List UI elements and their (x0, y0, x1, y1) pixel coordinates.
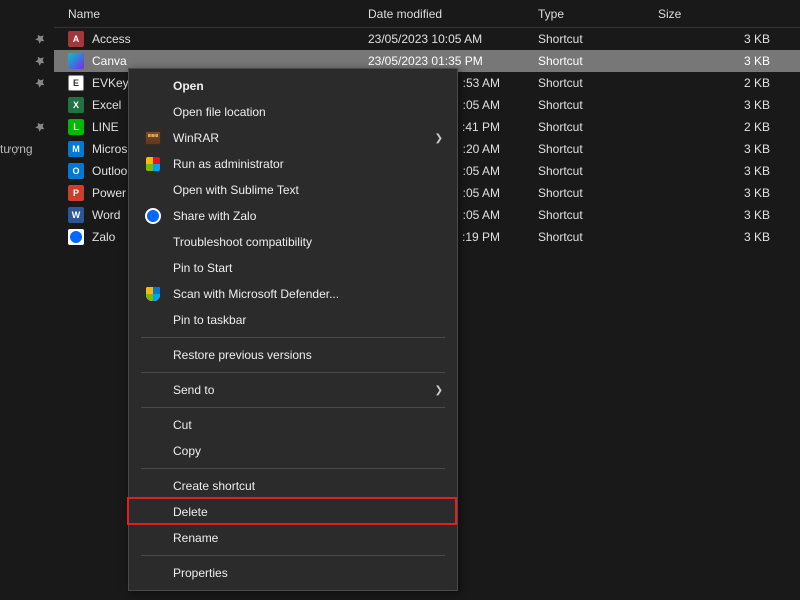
file-type: Shortcut (538, 142, 658, 156)
sidebar-pin-row[interactable] (0, 116, 54, 138)
file-date: 23/05/2023 10:05 AM (368, 32, 538, 46)
file-size: 3 KB (658, 54, 800, 68)
file-name-label: Access (92, 32, 131, 46)
menu-separator (141, 372, 445, 373)
menu-defender[interactable]: Scan with Microsoft Defender... (129, 281, 457, 307)
zalo-icon (68, 229, 84, 245)
canva-icon (68, 53, 84, 69)
sidebar-partial-text[interactable]: tượng (0, 138, 54, 160)
file-name-label: Power (92, 186, 126, 200)
menu-winrar[interactable]: WinRAR ❯ (129, 125, 457, 151)
column-date-header[interactable]: Date modified (368, 7, 538, 21)
file-size: 3 KB (658, 186, 800, 200)
excel-icon: X (68, 97, 84, 113)
zalo-icon (143, 208, 163, 224)
file-type: Shortcut (538, 230, 658, 244)
sidebar-pin-row[interactable] (0, 72, 54, 94)
file-type: Shortcut (538, 54, 658, 68)
menu-pin-start[interactable]: Pin to Start (129, 255, 457, 281)
outlook-icon: O (68, 163, 84, 179)
file-type: Shortcut (538, 208, 658, 222)
file-type: Shortcut (538, 164, 658, 178)
menu-separator (141, 407, 445, 408)
ms-icon: M (68, 141, 84, 157)
chevron-right-icon: ❯ (435, 385, 443, 396)
sidebar-pin-row[interactable] (0, 28, 54, 50)
menu-cut[interactable]: Cut (129, 412, 457, 438)
access-icon: A (68, 31, 84, 47)
pin-icon (32, 31, 49, 48)
file-name-label: EVKey (92, 76, 129, 90)
file-name-label: Outloo (92, 164, 127, 178)
file-size: 3 KB (658, 208, 800, 222)
file-name-label: LINE (92, 120, 119, 134)
column-header-row: Name Date modified Type Size (54, 0, 800, 28)
sidebar: tượng (0, 0, 54, 600)
menu-properties[interactable]: Properties (129, 560, 457, 586)
file-type: Shortcut (538, 120, 658, 134)
column-name-header[interactable]: Name (68, 7, 368, 21)
menu-open-file-location[interactable]: Open file location (129, 99, 457, 125)
context-menu: Open Open file location WinRAR ❯ Run as … (128, 68, 458, 591)
file-type: Shortcut (538, 32, 658, 46)
menu-separator (141, 468, 445, 469)
defender-icon (143, 286, 163, 302)
chevron-right-icon: ❯ (435, 133, 443, 144)
menu-separator (141, 555, 445, 556)
column-size-header[interactable]: Size (658, 7, 800, 21)
menu-share-zalo[interactable]: Share with Zalo (129, 203, 457, 229)
file-size: 2 KB (658, 120, 800, 134)
menu-send-to[interactable]: Send to❯ (129, 377, 457, 403)
column-type-header[interactable]: Type (538, 7, 658, 21)
menu-open-sublime[interactable]: Open with Sublime Text (129, 177, 457, 203)
file-row[interactable]: A Access 23/05/2023 10:05 AMShortcut3 KB (54, 28, 800, 50)
file-size: 3 KB (658, 98, 800, 112)
power-icon: P (68, 185, 84, 201)
line-icon: L (68, 119, 84, 135)
menu-open[interactable]: Open (129, 73, 457, 99)
file-size: 3 KB (658, 32, 800, 46)
file-name-label: Word (92, 208, 120, 222)
winrar-icon (143, 130, 163, 146)
menu-troubleshoot[interactable]: Troubleshoot compatibility (129, 229, 457, 255)
pin-icon (32, 119, 49, 136)
file-date: 23/05/2023 01:35 PM (368, 54, 538, 68)
menu-rename[interactable]: Rename (129, 525, 457, 551)
menu-separator (141, 337, 445, 338)
menu-create-shortcut[interactable]: Create shortcut (129, 473, 457, 499)
file-type: Shortcut (538, 76, 658, 90)
shield-icon (143, 156, 163, 172)
menu-delete[interactable]: Delete (129, 499, 457, 525)
pin-icon (32, 53, 49, 70)
menu-copy[interactable]: Copy (129, 438, 457, 464)
file-type: Shortcut (538, 98, 658, 112)
file-size: 2 KB (658, 76, 800, 90)
file-name-label: Canva (92, 54, 127, 68)
file-size: 3 KB (658, 164, 800, 178)
sidebar-pin-row[interactable] (0, 50, 54, 72)
file-size: 3 KB (658, 142, 800, 156)
file-name-label: Zalo (92, 230, 115, 244)
pin-icon (32, 75, 49, 92)
file-name-label: Micros (92, 142, 127, 156)
file-type: Shortcut (538, 186, 658, 200)
menu-restore-versions[interactable]: Restore previous versions (129, 342, 457, 368)
menu-run-as-admin[interactable]: Run as administrator (129, 151, 457, 177)
menu-pin-taskbar[interactable]: Pin to taskbar (129, 307, 457, 333)
file-size: 3 KB (658, 230, 800, 244)
word-icon: W (68, 207, 84, 223)
file-name-label: Excel (92, 98, 121, 112)
evkey-icon: E (68, 75, 84, 91)
